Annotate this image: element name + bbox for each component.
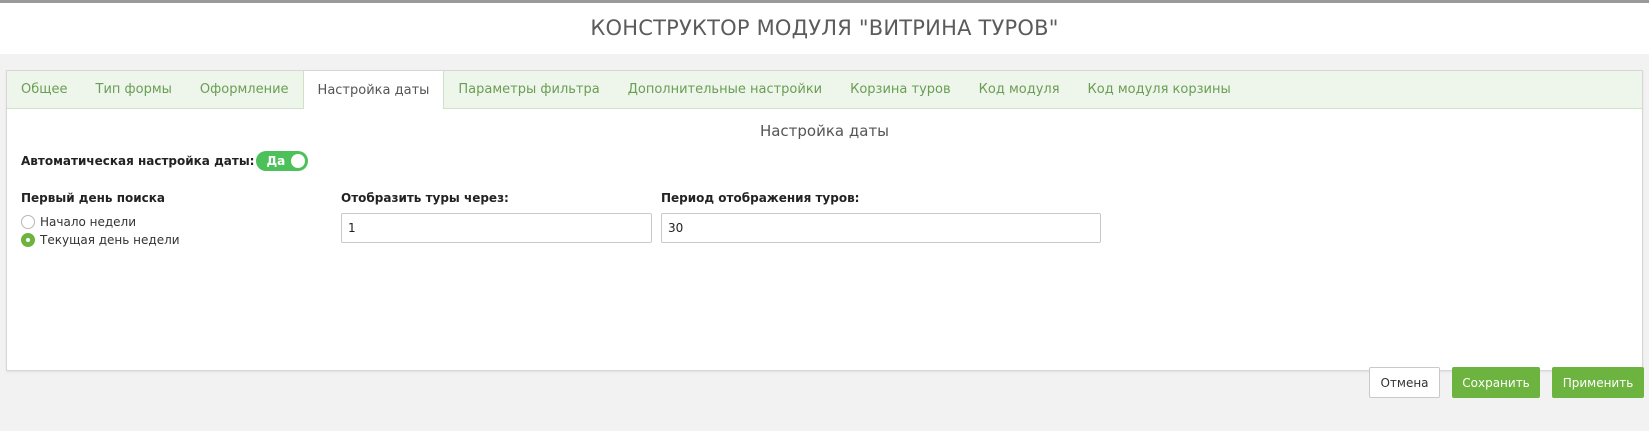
radio-unchecked-icon[interactable]	[21, 214, 35, 229]
radio-label: Текущая день недели	[40, 232, 180, 247]
tab-date-settings[interactable]: Настройка даты	[302, 71, 445, 109]
tab-bar: Общее Тип формы Оформление Настройка дат…	[7, 71, 1642, 109]
display-period-label: Период отображения туров:	[661, 191, 860, 205]
cancel-button[interactable]: Отмена	[1369, 367, 1440, 398]
tab-cart-module-code[interactable]: Код модуля корзины	[1074, 71, 1245, 108]
display-period-group: Период отображения туров:	[661, 191, 1101, 243]
radio-label: Начало недели	[40, 214, 137, 229]
show-after-label: Отобразить туры через:	[341, 191, 509, 205]
auto-date-label: Автоматическая настройка даты:	[21, 154, 255, 168]
tab-additional-settings[interactable]: Дополнительные настройки	[614, 71, 836, 108]
page-title: КОНСТРУКТОР МОДУЛЯ "ВИТРИНА ТУРОВ"	[590, 15, 1059, 40]
save-button[interactable]: Сохранить	[1452, 367, 1540, 398]
radio-option-current-day[interactable]: Текущая день недели	[21, 231, 180, 248]
show-after-input[interactable]	[341, 213, 652, 243]
tab-tour-cart[interactable]: Корзина туров	[836, 71, 965, 108]
tab-general[interactable]: Общее	[7, 71, 82, 108]
toggle-label: Да	[266, 154, 286, 168]
first-day-label: Первый день поиска	[21, 191, 165, 205]
show-after-group: Отобразить туры через:	[341, 191, 652, 243]
tab-form-type[interactable]: Тип формы	[82, 71, 186, 108]
tab-appearance[interactable]: Оформление	[186, 71, 303, 108]
auto-date-toggle[interactable]: Да	[256, 151, 309, 171]
first-day-group: Первый день поиска Начало недели Текущая…	[21, 191, 180, 249]
radio-option-week-start[interactable]: Начало недели	[21, 213, 180, 230]
apply-button[interactable]: Применить	[1552, 367, 1644, 398]
page-header: КОНСТРУКТОР МОДУЛЯ "ВИТРИНА ТУРОВ"	[0, 3, 1649, 54]
tab-module-code[interactable]: Код модуля	[965, 71, 1074, 108]
toggle-knob	[291, 154, 306, 168]
constructor-panel: Общее Тип формы Оформление Настройка дат…	[6, 70, 1643, 371]
display-period-input[interactable]	[661, 213, 1101, 243]
radio-checked-icon[interactable]	[21, 232, 35, 247]
section-title: Настройка даты	[759, 122, 890, 140]
auto-date-row: Автоматическая настройка даты: Да	[21, 151, 309, 171]
footer-actions: Отмена Сохранить Применить	[1369, 367, 1644, 398]
tab-filter-params[interactable]: Параметры фильтра	[444, 71, 613, 108]
